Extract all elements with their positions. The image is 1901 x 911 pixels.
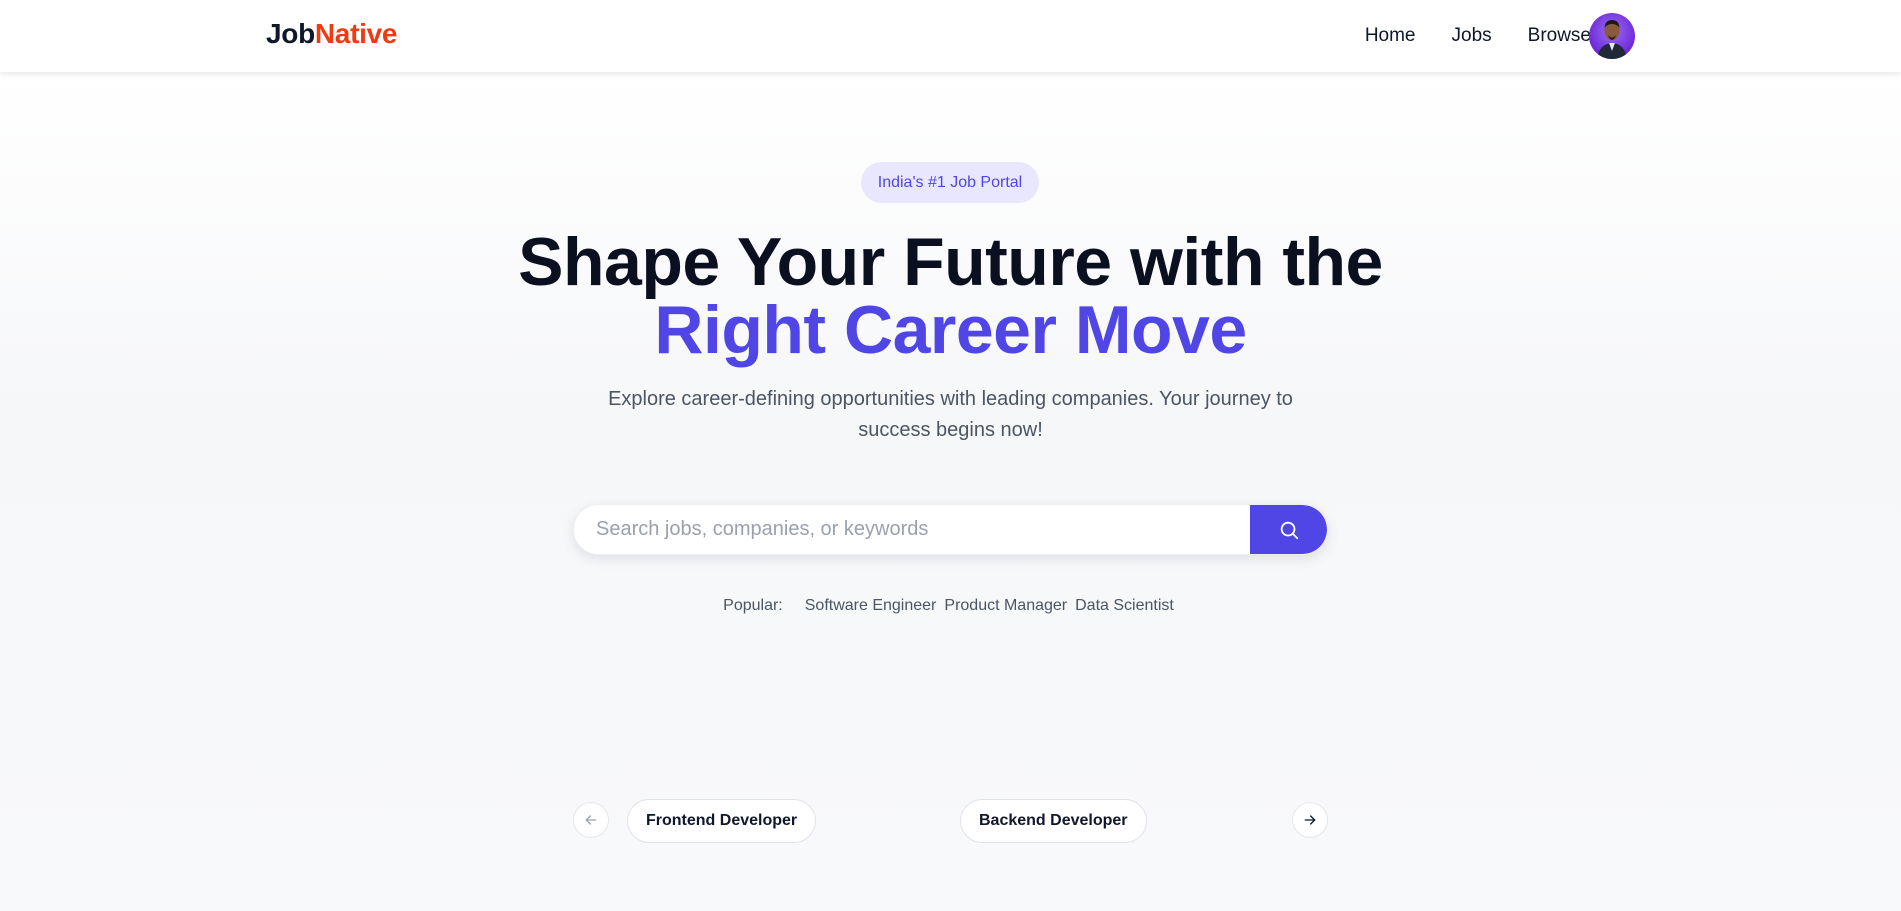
hero-headline-line2: Right Career Move	[654, 292, 1247, 368]
nav-jobs-link[interactable]: Jobs	[1452, 25, 1492, 47]
arrow-right-icon	[1304, 815, 1316, 825]
popular-tag-data-scientist[interactable]: Data Scientist	[1075, 597, 1174, 615]
hero-badge: India's #1 Job Portal	[861, 162, 1039, 203]
search-button[interactable]	[1250, 505, 1327, 554]
user-avatar-icon[interactable]	[1589, 13, 1635, 59]
popular-searches: Popular: Software Engineer Product Manag…	[0, 597, 1901, 615]
popular-tag-product-manager[interactable]: Product Manager	[944, 597, 1067, 615]
brand-logo[interactable]: JobNative	[266, 18, 397, 50]
carousel-item-frontend-developer[interactable]: Frontend Developer	[627, 799, 817, 843]
hero-subtitle: Explore career-defining opportunities wi…	[608, 388, 1293, 441]
job-search-bar	[573, 504, 1328, 555]
hero-section: India's #1 Job Portal	[0, 72, 1901, 911]
arrow-left-icon	[585, 815, 597, 825]
popular-label: Popular:	[723, 597, 783, 614]
main-nav: Home Jobs Browse	[1365, 0, 1591, 72]
popular-tag-software-engineer[interactable]: Software Engineer	[805, 597, 937, 615]
top-navbar: JobNative Home Jobs Browse	[0, 0, 1901, 72]
carousel-item-backend-developer[interactable]: Backend Developer	[960, 799, 1147, 843]
search-icon	[1280, 521, 1298, 539]
brand-name-prefix: Job	[266, 18, 315, 49]
nav-home-link[interactable]: Home	[1365, 25, 1416, 47]
hero-headline-line1: Shape Your Future with the	[518, 224, 1383, 300]
carousel-next-button[interactable]	[1292, 802, 1328, 838]
avatar-portrait	[1597, 20, 1627, 59]
search-input[interactable]	[574, 505, 1252, 554]
nav-browse-link[interactable]: Browse	[1528, 25, 1591, 47]
brand-name-accent: Native	[314, 18, 398, 49]
carousel-prev-button[interactable]	[573, 802, 609, 838]
